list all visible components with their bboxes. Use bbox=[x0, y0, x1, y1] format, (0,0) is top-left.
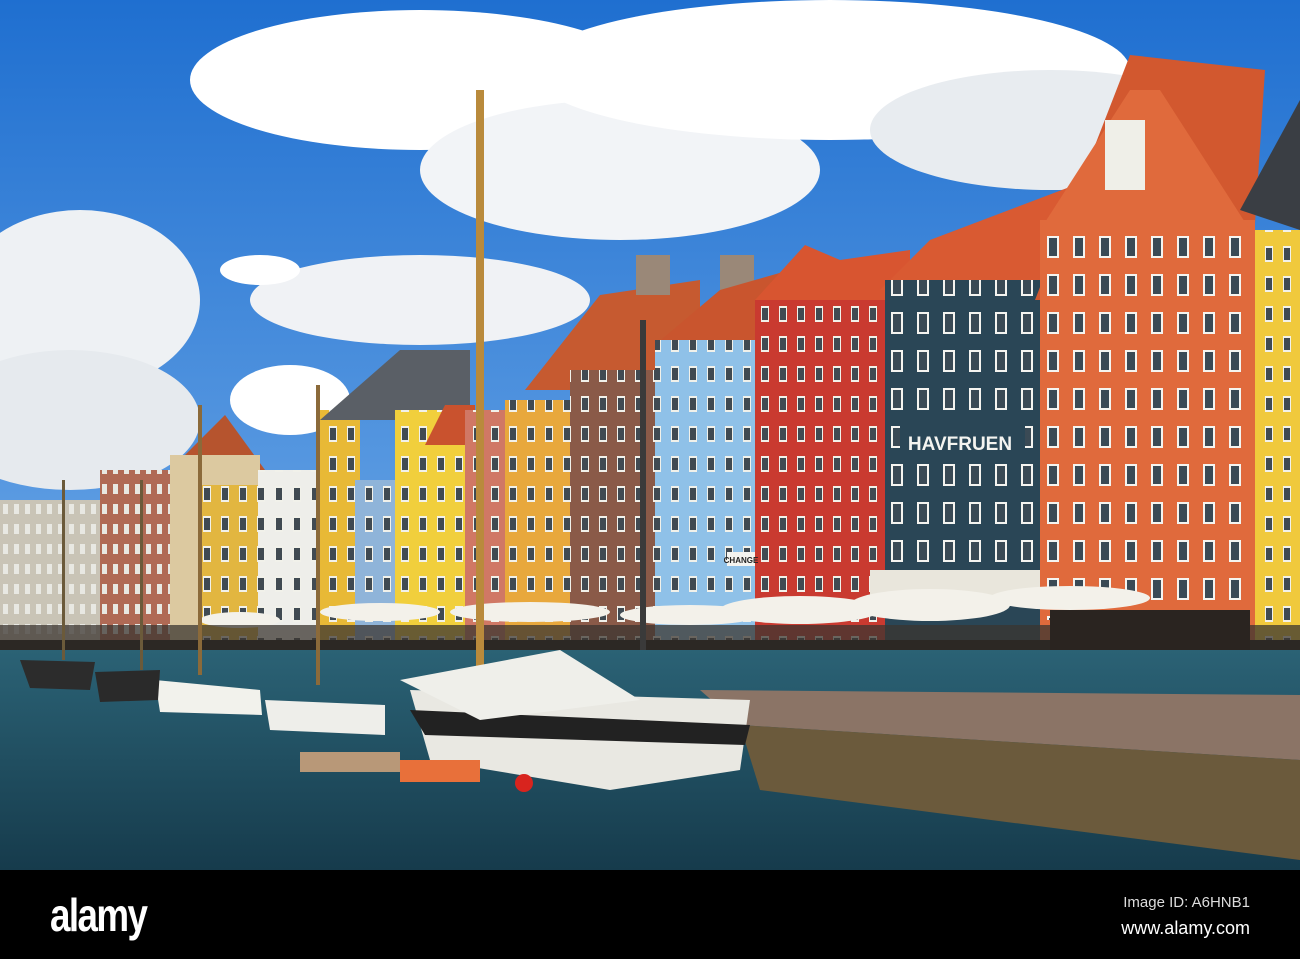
change-sign: CHANGE bbox=[724, 556, 759, 565]
havfruen-sign: HAVFRUEN bbox=[908, 434, 1012, 455]
website-link: www.alamy.com bbox=[1121, 918, 1250, 938]
harbor-photo: HAVFRUEN CHANGE bbox=[0, 0, 1300, 870]
photo-nyhavn-harbor: HAVFRUEN CHANGE alamy Image ID: A6HNB1 w… bbox=[0, 0, 1300, 959]
image-id: Image ID: A6HNB1 bbox=[1123, 894, 1250, 911]
watermark-footer: alamy Image ID: A6HNB1 www.alamy.com bbox=[0, 870, 1300, 959]
alamy-logo: alamy bbox=[50, 889, 148, 941]
